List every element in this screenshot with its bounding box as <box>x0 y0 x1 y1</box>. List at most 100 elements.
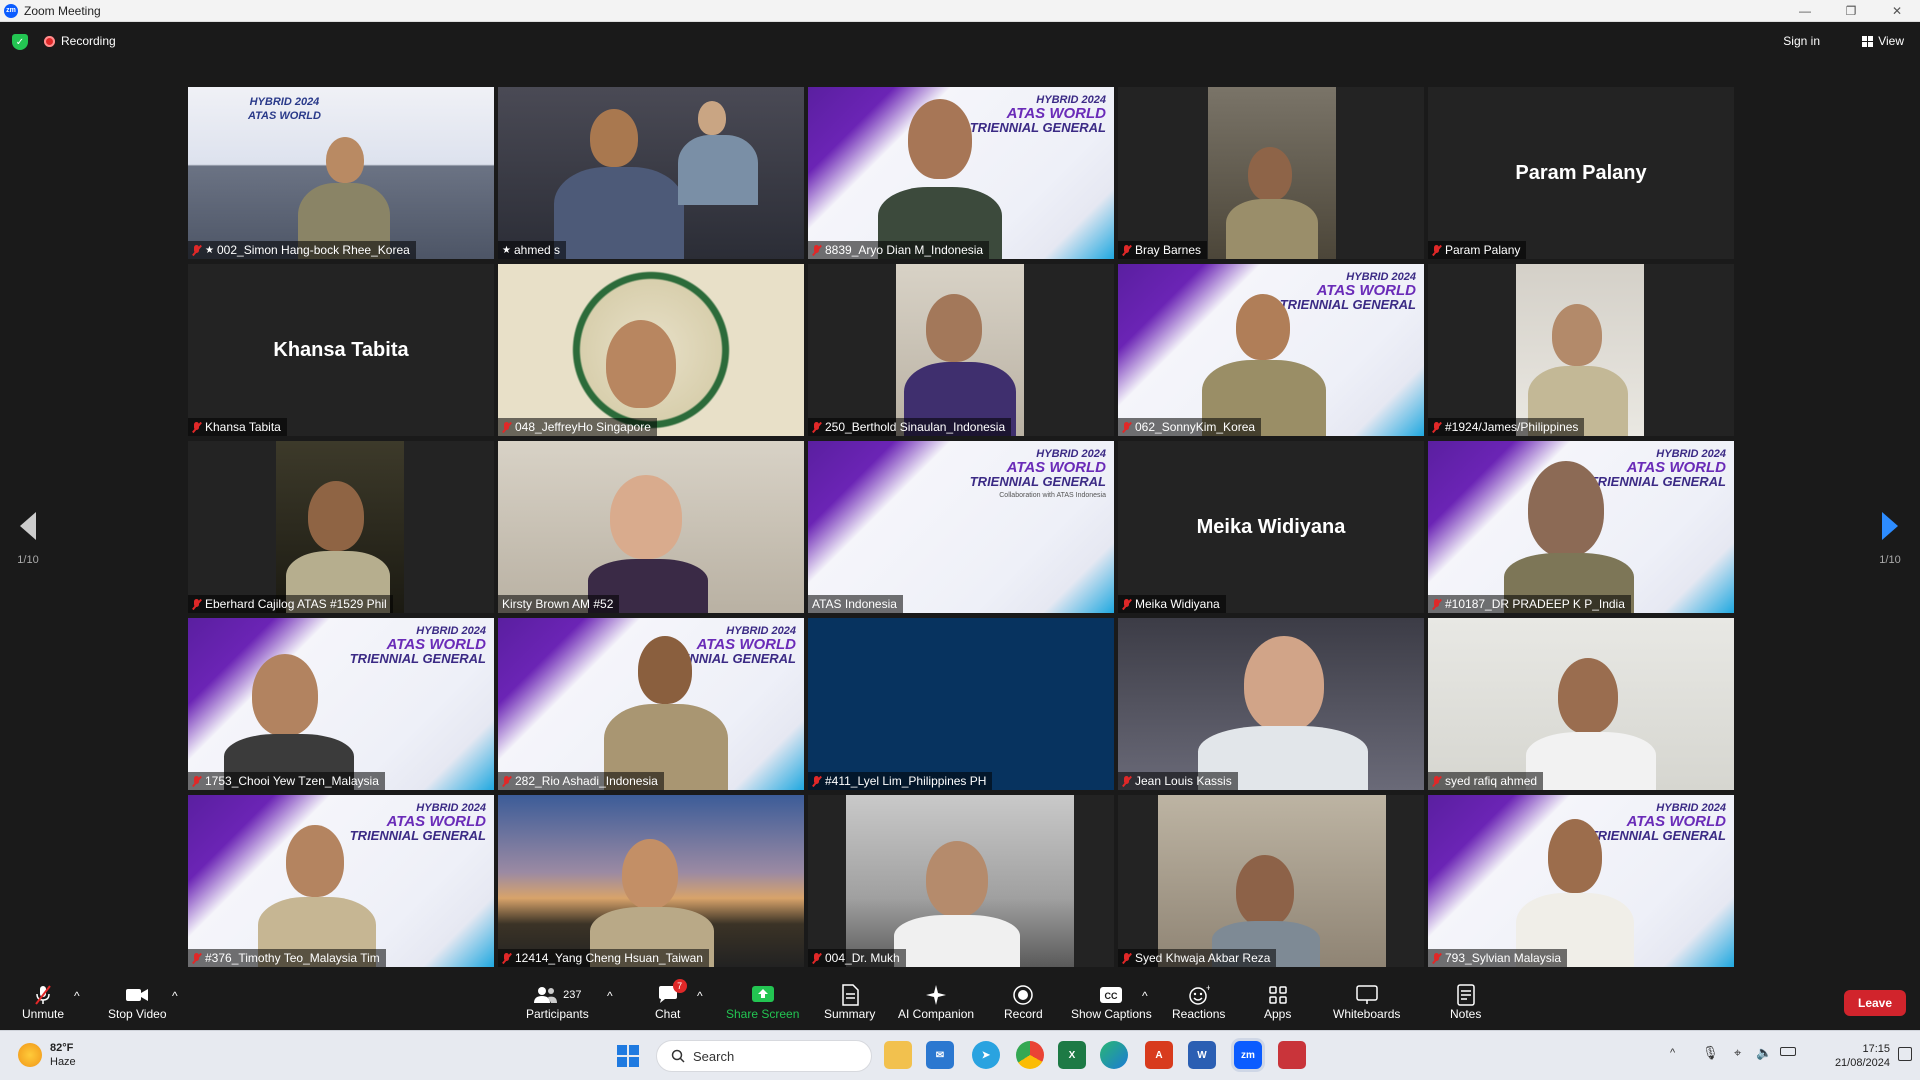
mic-muted-icon <box>1432 244 1441 256</box>
sun-haze-icon <box>18 1043 42 1067</box>
wifi-icon[interactable]: ⌖ <box>1734 1045 1741 1061</box>
participant-name-label: Khansa Tabita <box>188 418 287 436</box>
sign-in-button[interactable]: Sign in <box>1783 34 1820 48</box>
audio-options-chevron-icon[interactable]: ^ <box>74 989 80 1003</box>
video-tile-no-video[interactable]: Khansa Tabita Khansa Tabita <box>188 264 494 436</box>
participant-name-label: 048_JeffreyHo Singapore <box>498 418 657 436</box>
chrome-icon[interactable] <box>1016 1041 1044 1069</box>
summary-button[interactable]: Summary <box>824 983 875 1021</box>
whiteboards-button[interactable]: Whiteboards <box>1333 983 1400 1021</box>
mic-muted-icon <box>812 775 821 787</box>
video-tile[interactable]: Syed Khwaja Akbar Reza <box>1118 795 1424 967</box>
sparkle-icon <box>925 983 947 1007</box>
ai-companion-button[interactable]: AI Companion <box>898 983 974 1021</box>
video-tile-active-speaker[interactable]: ★ ahmed s <box>498 87 804 259</box>
participant-name-label: Bray Barnes <box>1118 241 1208 259</box>
closed-captions-icon: CC <box>1099 983 1123 1007</box>
video-tile[interactable]: HYBRID 2024 ATAS WORLD TRIENNIAL GENERAL #… <box>188 795 494 967</box>
video-tile-no-video[interactable]: Meika Widiyana Meika Widiyana <box>1118 441 1424 613</box>
weather-widget[interactable]: 82°F Haze <box>18 1041 76 1069</box>
video-tile[interactable]: 048_JeffreyHo Singapore <box>498 264 804 436</box>
participant-name-label: Kirsty Brown AM #52 <box>498 595 620 613</box>
volume-icon[interactable]: 🔈 <box>1756 1045 1772 1061</box>
arrow-left-icon <box>20 512 36 540</box>
unmute-button[interactable]: Unmute <box>22 983 64 1021</box>
video-tile[interactable]: #1924/James/Philippines <box>1428 264 1734 436</box>
battery-icon[interactable] <box>1780 1047 1796 1056</box>
participant-name-label: 062_SonnyKim_Korea <box>1118 418 1262 436</box>
chat-options-chevron-icon[interactable]: ^ <box>697 989 703 1003</box>
telegram-icon[interactable]: ➤ <box>972 1041 1000 1069</box>
reactions-button[interactable]: + Reactions <box>1172 983 1225 1021</box>
video-tile[interactable]: HYBRID 2024 ATAS WORLD TRIENNIAL GENERAL 8… <box>808 87 1114 259</box>
view-button[interactable]: View <box>1862 34 1904 48</box>
edge-icon[interactable] <box>1100 1041 1128 1069</box>
mic-off-icon <box>32 983 54 1007</box>
participants-options-chevron-icon[interactable]: ^ <box>607 989 613 1003</box>
show-hidden-icons-chevron-icon[interactable]: ^ <box>1670 1047 1675 1059</box>
apps-button[interactable]: Apps <box>1264 983 1291 1021</box>
excel-icon[interactable]: X <box>1058 1041 1086 1069</box>
video-tile[interactable]: HYBRID 2024 ATAS WORLD TRIENNIAL GENERAL 7… <box>1428 795 1734 967</box>
start-button[interactable] <box>617 1045 639 1067</box>
video-tile[interactable]: HYBRID 2024 ATAS WORLD ★ 002_Simon Hang-b… <box>188 87 494 259</box>
mic-muted-icon <box>1122 598 1131 610</box>
notes-button[interactable]: Notes <box>1450 983 1481 1021</box>
video-tile[interactable]: HYBRID 2024 ATAS WORLD TRIENNIAL GENERAL #… <box>1428 441 1734 613</box>
zoom-taskbar-icon[interactable]: zm <box>1234 1041 1262 1069</box>
stop-video-button[interactable]: Stop Video <box>108 983 167 1021</box>
participant-name-label: ATAS Indonesia <box>808 595 903 613</box>
acrobat-icon[interactable]: A <box>1145 1041 1173 1069</box>
video-tile[interactable]: 12414_Yang Cheng Hsuan_Taiwan <box>498 795 804 967</box>
leave-button[interactable]: Leave <box>1844 990 1906 1016</box>
mic-muted-icon <box>1432 421 1441 433</box>
video-tile[interactable]: HYBRID 2024 ATAS WORLD TRIENNIAL GENERAL 1… <box>188 618 494 790</box>
snipping-tool-icon[interactable] <box>1278 1041 1306 1069</box>
restore-button[interactable]: ❐ <box>1828 0 1874 22</box>
video-tile[interactable]: 004_Dr. Mukh <box>808 795 1114 967</box>
participant-display-name: Param Palany <box>1515 161 1647 184</box>
video-tile[interactable]: syed rafiq ahmed <box>1428 618 1734 790</box>
mic-muted-icon <box>1122 952 1131 964</box>
share-screen-icon <box>751 983 775 1007</box>
mic-muted-icon <box>502 775 511 787</box>
video-tile[interactable]: Kirsty Brown AM #52 <box>498 441 804 613</box>
previous-page-button[interactable]: 1/10 <box>8 512 48 566</box>
windows-taskbar: 82°F Haze Search ✉ ➤ X A W zm ^ 🎙 ⌖ 🔈 17… <box>0 1030 1920 1080</box>
video-tile[interactable]: HYBRID 2024 ATAS WORLD TRIENNIAL GENERAL Co… <box>808 441 1114 613</box>
video-tile[interactable]: Eberhard Cajilog ATAS #1529 Phil <box>188 441 494 613</box>
video-options-chevron-icon[interactable]: ^ <box>172 989 178 1003</box>
video-tile[interactable]: #411_Lyel Lim_Philippines PH <box>808 618 1114 790</box>
share-screen-button[interactable]: Share Screen <box>726 983 799 1021</box>
video-camera-icon <box>125 983 149 1007</box>
video-tile[interactable]: 250_Berthold Sinaulan_Indonesia <box>808 264 1114 436</box>
record-button[interactable]: Record <box>1004 983 1043 1021</box>
participants-button[interactable]: 237 Participants <box>526 983 589 1021</box>
system-clock[interactable]: 17:15 21/08/2024 <box>1835 1042 1890 1070</box>
participant-name-label: Param Palany <box>1428 241 1527 259</box>
taskbar-search[interactable]: Search <box>656 1040 872 1072</box>
chat-button[interactable]: 7 Chat <box>655 979 687 1021</box>
mail-icon[interactable]: ✉ <box>926 1041 954 1069</box>
minimize-button[interactable]: — <box>1782 0 1828 22</box>
mic-muted-icon <box>1432 952 1441 964</box>
captions-options-chevron-icon[interactable]: ^ <box>1142 989 1148 1003</box>
microphone-tray-icon[interactable]: 🎙 <box>1702 1045 1719 1061</box>
video-tile-no-video[interactable]: Param Palany Param Palany <box>1428 87 1734 259</box>
encryption-shield-icon[interactable]: ✓ <box>12 34 28 50</box>
video-tile[interactable]: Jean Louis Kassis <box>1118 618 1424 790</box>
video-tile[interactable]: Bray Barnes <box>1118 87 1424 259</box>
recording-indicator[interactable]: Recording <box>44 34 116 48</box>
show-captions-button[interactable]: CC Show Captions <box>1071 983 1152 1021</box>
notifications-icon[interactable] <box>1898 1047 1912 1061</box>
video-tile[interactable]: HYBRID 2024 ATAS WORLD TRIENNIAL GENERAL 0… <box>1118 264 1424 436</box>
word-icon[interactable]: W <box>1188 1041 1216 1069</box>
file-explorer-icon[interactable] <box>884 1041 912 1069</box>
close-button[interactable]: ✕ <box>1874 0 1920 22</box>
arrow-right-icon <box>1882 512 1898 540</box>
video-tile[interactable]: HYBRID 2024 ATAS WORLD TRIENNIAL GENERAL 2… <box>498 618 804 790</box>
pin-icon: ★ <box>502 244 511 256</box>
mic-muted-icon <box>1122 775 1131 787</box>
participant-name-label: ★ 002_Simon Hang-bock Rhee_Korea <box>188 241 416 259</box>
next-page-button[interactable]: 1/10 <box>1870 512 1910 566</box>
